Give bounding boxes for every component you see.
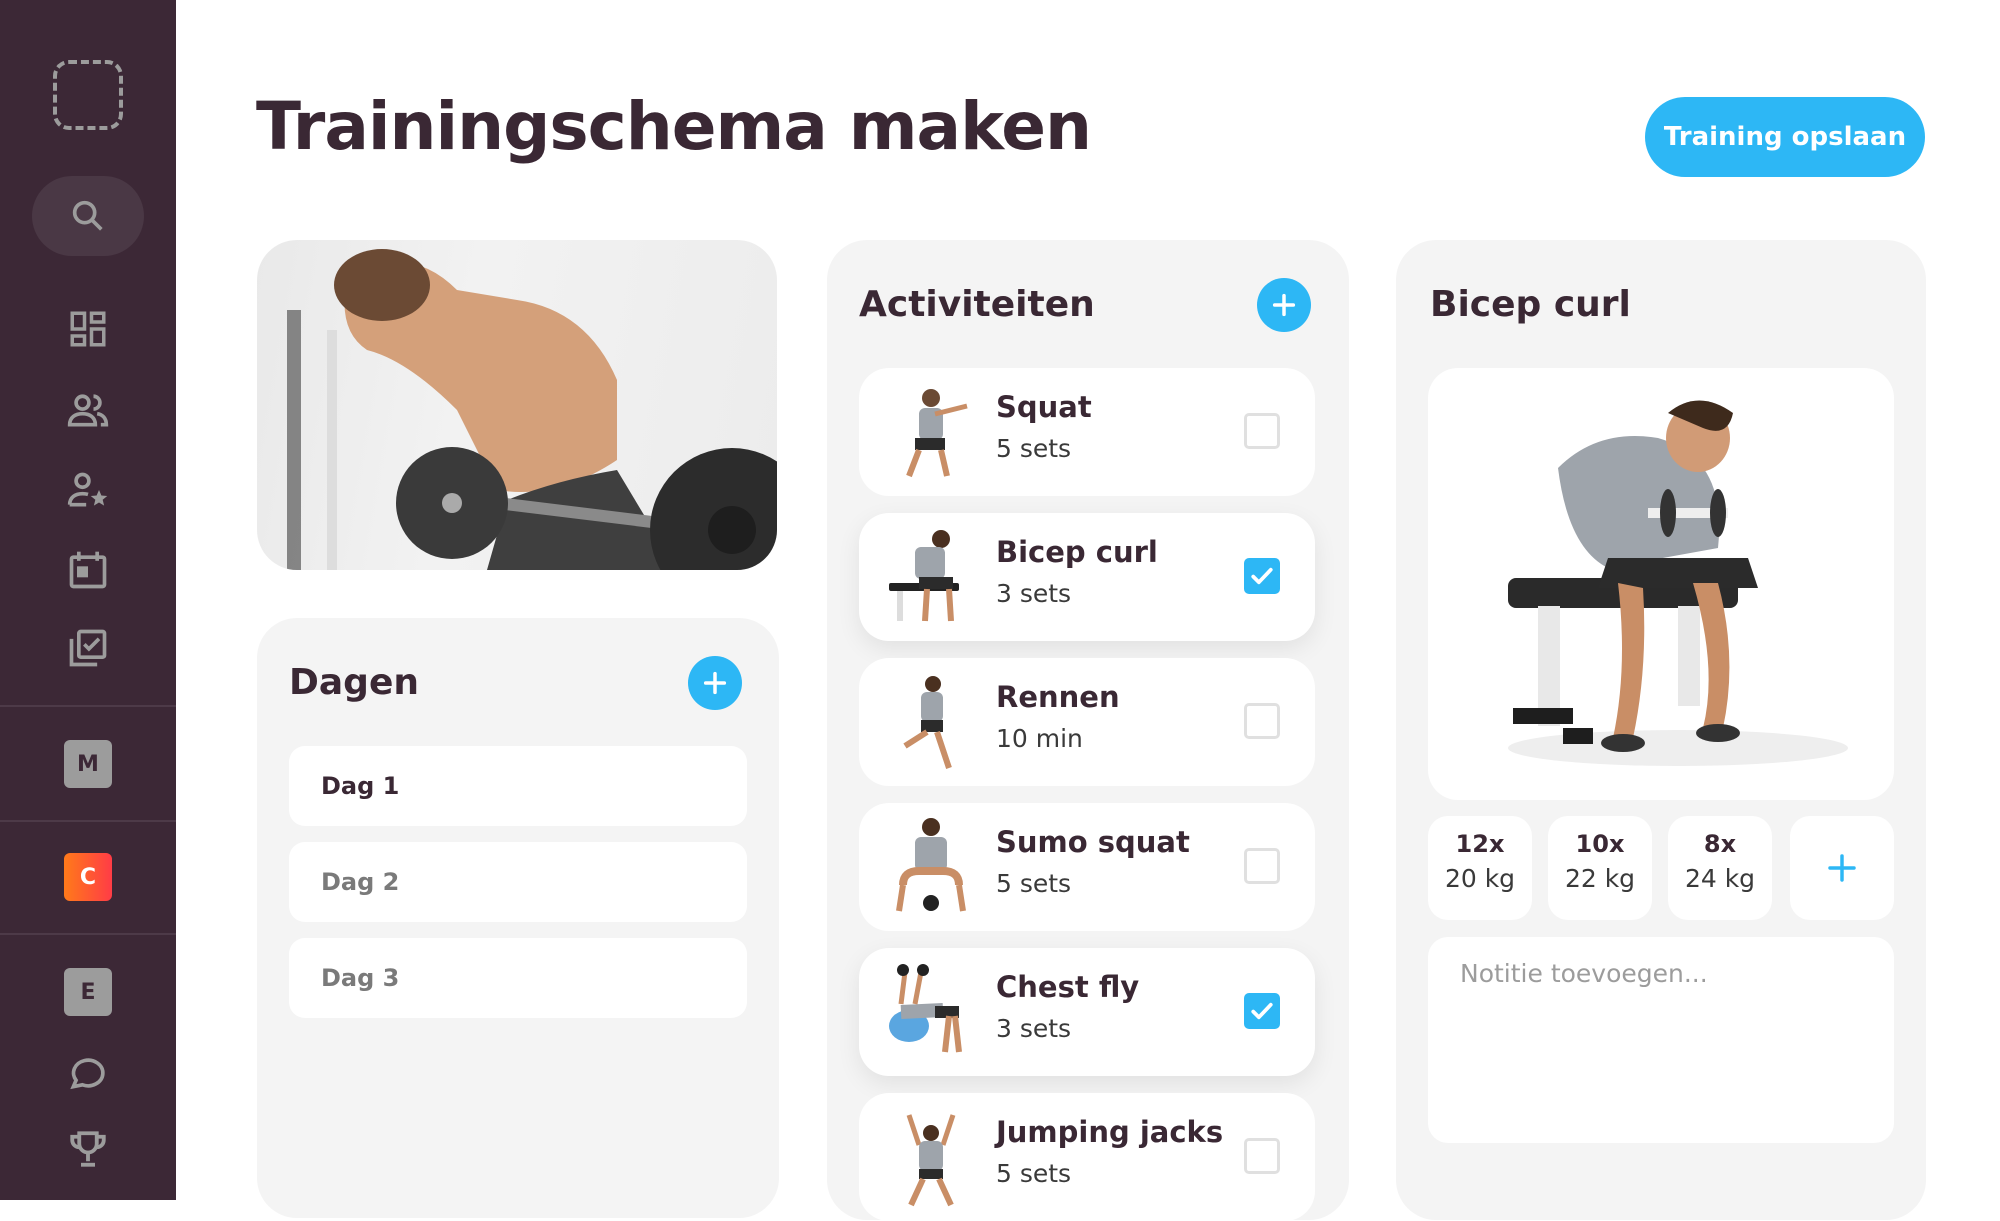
logo-icon[interactable] (53, 60, 123, 130)
add-activity-button[interactable] (1257, 278, 1311, 332)
add-set-button[interactable] (1790, 816, 1894, 920)
day-item[interactable]: Dag 3 (289, 938, 747, 1018)
plus-icon (703, 671, 727, 695)
set-weight: 20 kg (1444, 864, 1516, 893)
set-chip[interactable]: 10x 22 kg (1548, 816, 1652, 920)
add-day-button[interactable] (688, 656, 742, 710)
bicep-curl-illustration (1508, 400, 1848, 766)
checkmark-icon (1251, 1002, 1273, 1020)
calendar-icon (69, 551, 107, 589)
exercise-thumbnail (889, 530, 959, 622)
activity-meta: 5 sets (996, 434, 1072, 463)
activity-name: Rennen (996, 680, 1120, 714)
activity-name: Chest fly (996, 970, 1140, 1004)
days-title: Dagen (289, 662, 419, 703)
day-item[interactable]: Dag 2 (289, 842, 747, 922)
workspace-badge-c[interactable]: C (64, 853, 112, 901)
workspace-badge-e[interactable]: E (64, 968, 112, 1016)
activities-card: Activiteiten Squat 5 sets Bicep curl 3 sets… (827, 240, 1349, 1221)
activity-checkbox[interactable] (1244, 848, 1280, 884)
activity-item[interactable]: Bicep curl 3 sets (859, 513, 1315, 641)
search-icon (72, 200, 103, 231)
activity-name: Jumping jacks (996, 1115, 1224, 1149)
activity-checkbox[interactable] (1244, 993, 1280, 1029)
set-reps: 10x (1575, 830, 1625, 858)
checkmark-icon (1251, 567, 1273, 585)
athlete-barbell-row-photo (287, 249, 777, 570)
days-card: Dagen Dag 1 Dag 2 Dag 3 (257, 618, 779, 1218)
exercise-thumbnail (896, 818, 966, 912)
sidebar: M C E (0, 0, 176, 1200)
day-item[interactable]: Dag 1 (289, 746, 747, 826)
sidebar-item-dashboard[interactable] (67, 308, 109, 350)
activity-meta: 5 sets (996, 1159, 1072, 1188)
sidebar-item-favorites[interactable] (66, 468, 110, 512)
plus-icon (1828, 854, 1856, 882)
activity-meta: 3 sets (996, 579, 1072, 608)
activity-checkbox[interactable] (1244, 1138, 1280, 1174)
dashboard-icon (70, 311, 106, 347)
set-chip[interactable]: 8x 24 kg (1668, 816, 1772, 920)
plus-icon (1272, 293, 1296, 317)
exercise-illustration (1428, 368, 1894, 800)
note-input[interactable] (1428, 937, 1894, 1143)
activity-name: Bicep curl (996, 535, 1158, 569)
sidebar-divider (0, 820, 176, 822)
activity-item[interactable]: Chest fly 3 sets (859, 948, 1315, 1076)
user-star-icon (67, 472, 108, 507)
sidebar-item-users[interactable] (66, 388, 110, 432)
chat-icon (70, 1058, 105, 1090)
set-weight: 24 kg (1684, 864, 1756, 893)
sidebar-item-chat[interactable] (66, 1050, 110, 1094)
activity-item[interactable]: Squat 5 sets (859, 368, 1315, 496)
set-reps: 12x (1455, 830, 1505, 858)
checklist-icon (69, 629, 107, 667)
set-weight: 22 kg (1564, 864, 1636, 893)
set-chip[interactable]: 12x 20 kg (1428, 816, 1532, 920)
sidebar-item-achievements[interactable] (67, 1128, 109, 1170)
page-title: Trainingschema maken (256, 88, 1092, 165)
activity-item[interactable]: Sumo squat 5 sets (859, 803, 1315, 931)
activity-checkbox[interactable] (1244, 558, 1280, 594)
exercise-thumbnail (906, 1114, 956, 1207)
hero-image (257, 240, 777, 570)
activity-item[interactable]: Jumping jacks 5 sets (859, 1093, 1315, 1221)
exercise-thumbnail (889, 964, 962, 1053)
set-reps: 8x (1703, 830, 1737, 858)
users-icon (67, 394, 109, 427)
sidebar-item-tasks[interactable] (66, 626, 110, 670)
activity-checkbox[interactable] (1244, 413, 1280, 449)
activity-item[interactable]: Rennen 10 min (859, 658, 1315, 786)
activity-checkbox[interactable] (1244, 703, 1280, 739)
sidebar-divider (0, 933, 176, 935)
activity-name: Sumo squat (996, 825, 1190, 859)
search-button[interactable] (32, 176, 144, 256)
activity-meta: 3 sets (996, 1014, 1072, 1043)
activities-title: Activiteiten (859, 284, 1095, 325)
trophy-icon (70, 1131, 106, 1167)
workspace-badge-m[interactable]: M (64, 740, 112, 788)
activity-name: Squat (996, 390, 1092, 424)
exercise-detail-card: Bicep curl 12x 20 kg 10x 22 kg 8x 24 kg (1396, 240, 1926, 1220)
exercise-title: Bicep curl (1430, 284, 1631, 325)
activity-meta: 5 sets (996, 869, 1072, 898)
exercise-thumbnail (903, 676, 952, 769)
save-training-button[interactable]: Training opslaan (1645, 97, 1925, 177)
activity-meta: 10 min (996, 724, 1083, 753)
sidebar-divider (0, 705, 176, 707)
exercise-thumbnail (906, 389, 968, 478)
sidebar-item-calendar[interactable] (66, 548, 110, 592)
